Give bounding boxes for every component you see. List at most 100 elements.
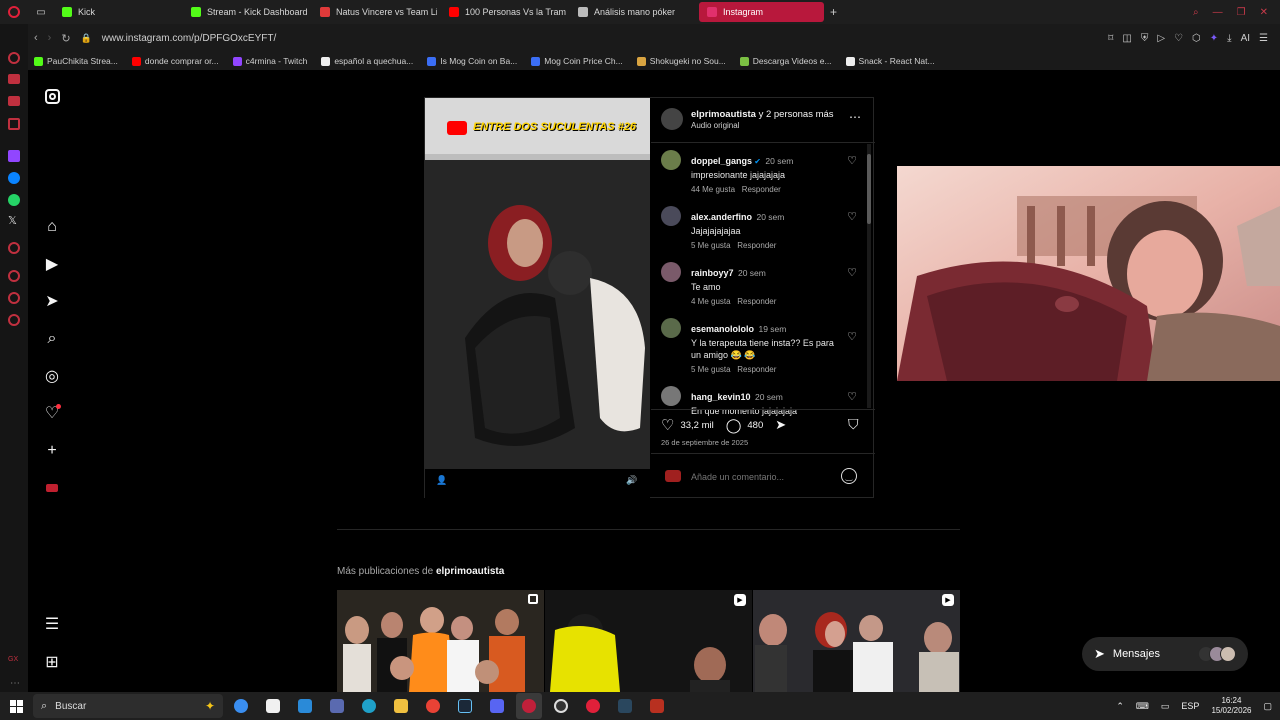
forward-button[interactable]: › (48, 32, 52, 44)
chrome-icon[interactable] (420, 693, 446, 719)
sidebar-app-icon[interactable] (8, 96, 20, 106)
menu-icon[interactable]: ☰ (1259, 33, 1268, 44)
comment-likes[interactable]: 5 Me gusta (691, 365, 731, 374)
browser-tab[interactable]: 100 Personas Vs la Tramp (441, 2, 566, 22)
app-icon[interactable] (324, 693, 350, 719)
sidebar-circle-icon[interactable] (8, 292, 20, 304)
comment-username[interactable]: esemanolololo (691, 324, 754, 334)
collaborators-text[interactable]: y 2 personas más (756, 109, 834, 120)
author-username[interactable]: elprimoautista (691, 109, 756, 120)
windows-start-icon[interactable] (3, 693, 29, 719)
audio-toggle-icon[interactable]: 🔊 (626, 474, 638, 486)
search-icon[interactable]: ⌕ (42, 329, 62, 349)
tab-list-icon[interactable]: ▭ (28, 0, 54, 24)
clock[interactable]: 16:24 15/02/2026 (1211, 696, 1251, 716)
close-window-button[interactable]: ✕ (1260, 7, 1268, 18)
obs-icon[interactable] (548, 693, 574, 719)
url-field[interactable]: www.instagram.com/p/DPFGOxcEYFT/ (102, 33, 276, 44)
shield-icon[interactable]: ⛨ (1141, 33, 1149, 44)
bookmark-item[interactable]: Is Mog Coin on Ba... (427, 56, 517, 66)
sidebar-circle-icon[interactable] (8, 242, 20, 254)
browser-tab[interactable]: Instagram (699, 2, 824, 22)
extensions-icon[interactable]: ⬡ (1192, 33, 1201, 44)
comment-time[interactable]: 19 sem (758, 324, 786, 334)
snapshot-icon[interactable]: ◫ (1122, 33, 1131, 44)
comment-time[interactable]: 20 sem (756, 212, 784, 222)
comment-reply-button[interactable]: Responder (742, 185, 781, 194)
bookmark-item[interactable]: Mog Coin Price Ch... (531, 56, 623, 66)
opera-icon[interactable] (580, 693, 606, 719)
file-explorer-icon[interactable] (388, 693, 414, 719)
comment-like-icon[interactable]: ♡ (847, 154, 857, 167)
comment-avatar[interactable] (661, 386, 681, 406)
comment-avatar[interactable] (661, 318, 681, 338)
maximize-button[interactable]: ❐ (1237, 7, 1246, 18)
share-icon[interactable]: ➤ (775, 417, 786, 433)
save-icon[interactable]: ⛉ (848, 416, 859, 433)
comment-avatar[interactable] (661, 262, 681, 282)
comment-reply-button[interactable]: Responder (737, 241, 776, 250)
bookmark-item[interactable]: español a quechua... (321, 56, 413, 66)
profile-avatar[interactable] (42, 478, 62, 498)
comment-likes[interactable]: 4 Me gusta (691, 297, 731, 306)
notifications-icon[interactable]: ♡ (42, 403, 62, 423)
browser-tab[interactable]: Stream - Kick Dashboard (183, 2, 308, 22)
history-icon[interactable] (8, 270, 20, 282)
search-tabs-icon[interactable]: ⌕ (1193, 7, 1199, 18)
more-menu-icon[interactable]: ☰ (42, 614, 62, 634)
comment-time[interactable]: 20 sem (765, 156, 793, 166)
comment-like-icon[interactable]: ♡ (847, 266, 857, 279)
taskbar-search[interactable]: ⌕ Buscar ✦ (33, 694, 223, 718)
comment-like-icon[interactable]: ♡ (847, 330, 857, 343)
store-icon[interactable] (260, 693, 286, 719)
instagram-logo-icon[interactable] (42, 86, 62, 106)
vscode-icon[interactable] (292, 693, 318, 719)
comment-avatar[interactable] (661, 206, 681, 226)
x-icon[interactable]: 𝕏 (8, 214, 17, 227)
comment-avatar[interactable] (661, 150, 681, 170)
comment-username[interactable]: rainboyy7 (691, 268, 734, 278)
comment-username[interactable]: alex.anderfino (691, 212, 752, 222)
comment-likes[interactable]: 44 Me gusta (691, 185, 735, 194)
comment-time[interactable]: 20 sem (738, 268, 766, 278)
likes-count[interactable]: 33,2 mil (680, 420, 713, 431)
bookmark-item[interactable]: Shokugeki no Sou... (636, 56, 726, 66)
bookmark-item[interactable]: Descarga Videos e... (739, 56, 832, 66)
ai-icon[interactable]: AI (1241, 33, 1250, 44)
bookmark-item[interactable]: Snack - React Nat... (845, 56, 935, 66)
network-icon[interactable]: ▭ (1161, 701, 1170, 712)
whatsapp-icon[interactable] (8, 194, 20, 206)
extension-icon[interactable]: ✦ (1210, 33, 1218, 44)
more-options-icon[interactable]: ⋯ (849, 110, 861, 124)
bookmark-item[interactable]: donde comprar or... (131, 56, 219, 66)
also-from-meta-icon[interactable]: ⊞ (42, 652, 62, 672)
minimize-button[interactable]: — (1213, 7, 1223, 18)
steam-icon[interactable] (612, 693, 638, 719)
explore-icon[interactable]: ◎ (42, 366, 62, 386)
tagged-users-icon[interactable]: 👤 (436, 474, 448, 486)
author-avatar[interactable] (661, 108, 683, 130)
bookmark-item[interactable]: PauChikita Strea... (34, 56, 118, 66)
back-button[interactable]: ‹ (34, 32, 38, 44)
create-icon[interactable]: + (42, 441, 62, 461)
heart-icon[interactable]: ♡ (1174, 33, 1183, 44)
discord-icon[interactable] (484, 693, 510, 719)
reload-button[interactable]: ↻ (61, 32, 70, 45)
edge-icon[interactable] (356, 693, 382, 719)
opera-logo-icon[interactable] (0, 0, 28, 24)
comment-like-icon[interactable]: ♡ (847, 210, 857, 223)
sidebar-circle-icon[interactable] (8, 52, 20, 64)
more-posts-username[interactable]: elprimoautista (436, 566, 504, 577)
reels-icon[interactable]: ▶ (42, 254, 62, 274)
browser-tab[interactable]: Kick (54, 2, 179, 22)
browser-tab[interactable]: Natus Vincere vs Team Li (312, 2, 437, 22)
comment-reply-button[interactable]: Responder (737, 365, 776, 374)
messages-button[interactable]: ➤ Mensajes (1082, 637, 1248, 671)
like-icon[interactable]: ♡ (661, 416, 674, 434)
download-icon[interactable]: ⤓ (1227, 33, 1231, 44)
copilot-icon[interactable] (228, 693, 254, 719)
comment-icon[interactable]: ◯ (726, 417, 742, 434)
home-icon[interactable]: ⌂ (42, 217, 62, 237)
steam-icon[interactable] (452, 693, 478, 719)
emoji-icon[interactable]: ‿ (841, 468, 857, 484)
